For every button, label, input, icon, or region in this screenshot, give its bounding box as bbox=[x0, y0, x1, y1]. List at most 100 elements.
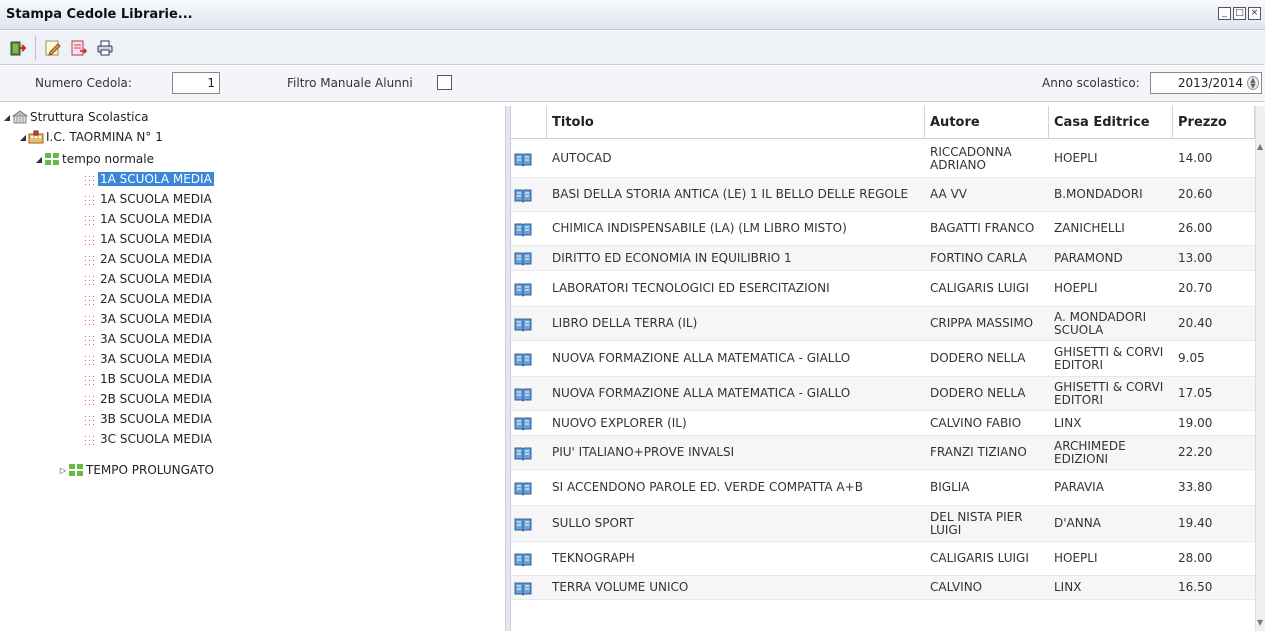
cell-casa-editrice: A. MONDADORI SCUOLA bbox=[1054, 309, 1147, 337]
book-icon bbox=[514, 447, 532, 461]
tree-class-label: 1A SCUOLA MEDIA bbox=[100, 232, 212, 246]
column-header-autore[interactable]: Autore bbox=[925, 106, 1049, 139]
table-row[interactable]: CHIMICA INDISPENSABILE (LA) (LM LIBRO MI… bbox=[511, 212, 1255, 246]
print-button[interactable] bbox=[93, 36, 117, 60]
table-row[interactable]: SI ACCENDONO PAROLE ED. VERDE COMPATTA A… bbox=[511, 470, 1255, 506]
class-grid-icon bbox=[82, 333, 94, 345]
table-row[interactable]: BASI DELLA STORIA ANTICA (LE) 1 IL BELLO… bbox=[511, 178, 1255, 212]
class-grid-icon bbox=[82, 373, 94, 385]
cell-casa-editrice: LINX bbox=[1054, 580, 1082, 594]
tree-class-item[interactable]: 3A SCUOLA MEDIA bbox=[82, 310, 214, 328]
book-icon bbox=[514, 353, 532, 367]
tree-school[interactable]: ◢ I.C. TAORMINA N° 1 bbox=[18, 128, 163, 146]
tree-class-item[interactable]: 3C SCUOLA MEDIA bbox=[82, 430, 214, 448]
cell-prezzo: 20.60 bbox=[1178, 187, 1213, 201]
filtro-manuale-checkbox[interactable] bbox=[437, 75, 452, 90]
tree-class-item[interactable]: 1A SCUOLA MEDIA bbox=[82, 210, 214, 228]
anno-scolastico-value: 2013/2014 bbox=[1177, 76, 1243, 90]
scroll-up-icon[interactable]: ▲ bbox=[1257, 142, 1263, 151]
filtro-manuale-label: Filtro Manuale Alunni bbox=[287, 76, 413, 90]
books-table: Titolo Autore Casa Editrice Prezzo AUTOC… bbox=[511, 106, 1255, 631]
spinner-arrows-icon[interactable]: ▲ ▼ bbox=[1247, 76, 1259, 90]
cell-titolo: NUOVA FORMAZIONE ALLA MATEMATICA - GIALL… bbox=[552, 351, 851, 365]
scroll-down-icon[interactable]: ▼ bbox=[1257, 618, 1263, 627]
group-icon bbox=[69, 464, 83, 476]
tree-class-item[interactable]: 2A SCUOLA MEDIA bbox=[82, 290, 214, 308]
tree-class-item[interactable]: 3A SCUOLA MEDIA bbox=[82, 350, 214, 368]
cell-prezzo: 13.00 bbox=[1178, 250, 1213, 265]
table-row[interactable]: SULLO SPORT DEL NISTA PIER LUIGI D'ANNA 19.… bbox=[511, 506, 1255, 542]
anno-scolastico-label: Anno scolastico: bbox=[1042, 76, 1140, 90]
toolbar bbox=[0, 31, 1265, 65]
table-row[interactable]: NUOVA FORMAZIONE ALLA MATEMATICA - GIALL… bbox=[511, 341, 1255, 377]
table-row[interactable]: TERRA VOLUME UNICO CALVINO LINX 16.50 bbox=[511, 576, 1255, 600]
column-header-casa-editrice[interactable]: Casa Editrice bbox=[1049, 106, 1173, 139]
class-grid-icon bbox=[82, 213, 94, 225]
cell-autore: CALVINO bbox=[930, 580, 983, 594]
collapse-arrow-icon[interactable]: ◢ bbox=[2, 113, 12, 122]
column-header-prezzo[interactable]: Prezzo bbox=[1173, 106, 1255, 139]
tree-class-item[interactable]: 1A SCUOLA MEDIA bbox=[82, 170, 214, 188]
table-row[interactable]: PIU' ITALIANO+PROVE INVALSI FRANZI TIZIAN… bbox=[511, 436, 1255, 470]
cell-autore: DODERO NELLA bbox=[930, 351, 1026, 365]
table-row[interactable]: DIRITTO ED ECONOMIA IN EQUILIBRIO 1 FORTI… bbox=[511, 246, 1255, 271]
table-row[interactable]: LABORATORI TECNOLOGICI ED ESERCITAZIONI C… bbox=[511, 271, 1255, 307]
cell-titolo: TEKNOGRAPH bbox=[552, 551, 635, 565]
cell-autore: AA VV bbox=[930, 187, 967, 201]
maximize-icon[interactable]: □ bbox=[1233, 7, 1246, 20]
tree-class-item[interactable]: 2A SCUOLA MEDIA bbox=[82, 270, 214, 288]
cell-casa-editrice: GHISETTI & CORVI EDITORI bbox=[1054, 344, 1164, 372]
numero-cedola-input[interactable]: 1 bbox=[172, 72, 220, 94]
table-row[interactable]: NUOVO EXPLORER (IL) CALVINO FABIO LINX 19.0… bbox=[511, 411, 1255, 436]
tree-root[interactable]: ◢ Struttura Scolastica bbox=[2, 108, 149, 126]
close-icon[interactable]: × bbox=[1248, 7, 1261, 20]
cell-casa-editrice: GHISETTI & CORVI EDITORI bbox=[1054, 379, 1164, 407]
building-icon bbox=[12, 110, 28, 124]
edit-icon bbox=[45, 40, 61, 56]
tree-class-item[interactable]: 1A SCUOLA MEDIA bbox=[82, 230, 214, 248]
tree-class-item[interactable]: 2B SCUOLA MEDIA bbox=[82, 390, 214, 408]
book-icon bbox=[514, 318, 532, 332]
tree-group-label: tempo normale bbox=[62, 152, 154, 166]
tree-class-item[interactable]: 3A SCUOLA MEDIA bbox=[82, 330, 214, 348]
cell-autore: BAGATTI FRANCO bbox=[930, 221, 1035, 235]
table-row[interactable]: TEKNOGRAPH CALIGARIS LUIGI HOEPLI 28.00 bbox=[511, 542, 1255, 576]
tree-class-item[interactable]: 1B SCUOLA MEDIA bbox=[82, 370, 214, 388]
tree-group-tempo-prolungato[interactable]: ▷ TEMPO PROLUNGATO bbox=[58, 461, 214, 479]
tree-class-label: 2B SCUOLA MEDIA bbox=[100, 392, 212, 406]
table-row[interactable]: LIBRO DELLA TERRA (IL) CRIPPA MASSIMO A. M… bbox=[511, 307, 1255, 341]
tree-group-tempo-normale[interactable]: ◢ tempo normale bbox=[34, 150, 154, 168]
tree-class-item[interactable]: 1A SCUOLA MEDIA bbox=[82, 190, 214, 208]
book-icon bbox=[514, 252, 532, 266]
table-row[interactable]: NUOVA FORMAZIONE ALLA MATEMATICA - GIALL… bbox=[511, 377, 1255, 411]
tree-class-label: 3C SCUOLA MEDIA bbox=[100, 432, 212, 446]
collapse-arrow-icon[interactable]: ◢ bbox=[18, 133, 28, 142]
cell-casa-editrice: PARAVIA bbox=[1054, 480, 1104, 494]
cell-titolo: TERRA VOLUME UNICO bbox=[552, 580, 689, 594]
cell-titolo: LABORATORI TECNOLOGICI ED ESERCITAZIONI bbox=[552, 281, 830, 295]
table-row[interactable]: AUTOCAD RICCADONNA ADRIANO HOEPLI 14.00 bbox=[511, 140, 1255, 178]
class-grid-icon bbox=[82, 233, 94, 245]
expand-arrow-icon[interactable]: ▷ bbox=[58, 466, 68, 475]
anno-scolastico-spinner[interactable]: 2013/2014 ▲ ▼ bbox=[1150, 72, 1262, 94]
collapse-arrow-icon[interactable]: ◢ bbox=[34, 155, 44, 164]
tree-root-label: Struttura Scolastica bbox=[30, 110, 149, 124]
minimize-icon[interactable]: _ bbox=[1218, 7, 1231, 20]
vertical-scrollbar[interactable]: ▲ ▼ bbox=[1255, 106, 1265, 631]
title-bar: Stampa Cedole Librarie... _ □ × bbox=[0, 0, 1265, 30]
tree-class-item[interactable]: 2A SCUOLA MEDIA bbox=[82, 250, 214, 268]
cell-autore: CALIGARIS LUIGI bbox=[930, 551, 1029, 565]
column-header-titolo[interactable]: Titolo bbox=[547, 106, 925, 139]
class-grid-icon bbox=[82, 393, 94, 405]
tree-class-item[interactable]: 3B SCUOLA MEDIA bbox=[82, 410, 214, 428]
tree-class-label: 2A SCUOLA MEDIA bbox=[100, 292, 212, 306]
edit-button[interactable] bbox=[41, 36, 65, 60]
numero-cedola-label: Numero Cedola: bbox=[35, 76, 132, 90]
table-header: Titolo Autore Casa Editrice Prezzo bbox=[511, 106, 1255, 139]
exit-button[interactable] bbox=[6, 36, 30, 60]
cell-autore: FORTINO CARLA bbox=[930, 250, 1028, 265]
export-button[interactable] bbox=[67, 36, 91, 60]
book-icon bbox=[514, 482, 532, 496]
cell-titolo: LIBRO DELLA TERRA (IL) bbox=[552, 316, 698, 330]
class-grid-icon bbox=[82, 353, 94, 365]
